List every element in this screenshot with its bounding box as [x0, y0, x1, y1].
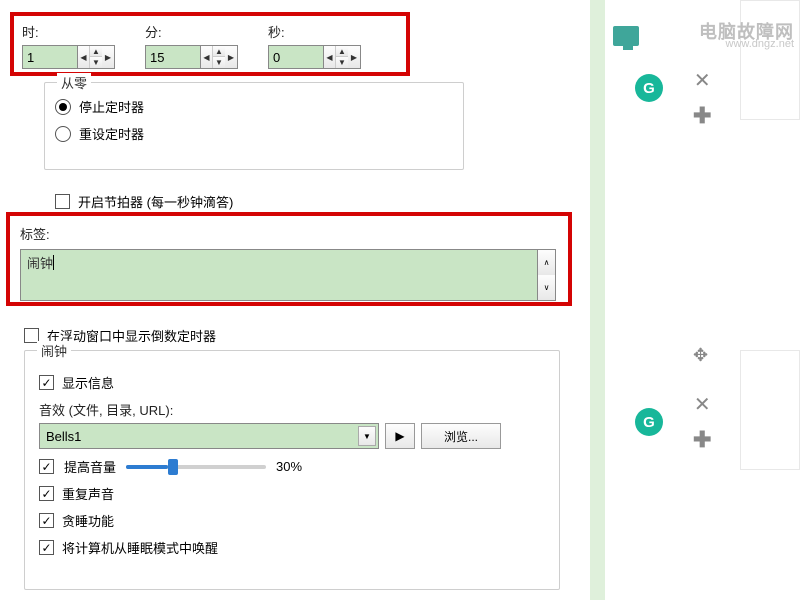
hour-label: 时:	[22, 22, 115, 41]
reset-timer-radio[interactable]	[55, 126, 71, 142]
show-info-label: 显示信息	[62, 373, 114, 392]
second-input[interactable]	[268, 45, 324, 69]
time-section-highlight: 时: ◀ ▲ ▼ ▶ 分:	[10, 12, 410, 76]
hour-up-button[interactable]: ▲	[90, 46, 102, 57]
second-label: 秒:	[268, 22, 361, 41]
divider-strip	[590, 0, 605, 600]
sound-select[interactable]: Bells1 ▼	[39, 423, 379, 449]
hour-input[interactable]	[22, 45, 78, 69]
sound-value: Bells1	[46, 429, 81, 444]
metronome-label: 开启节拍器 (每一秒钟滴答)	[78, 192, 233, 211]
second-right-button[interactable]: ▶	[348, 46, 360, 68]
stop-timer-label: 停止定时器	[79, 97, 144, 116]
repeat-sound-label: 重复声音	[62, 484, 114, 503]
side-card-2	[740, 350, 800, 470]
repeat-sound-checkbox[interactable]: ✓	[39, 486, 54, 501]
metronome-checkbox[interactable]	[55, 194, 70, 209]
hour-down-button[interactable]: ▼	[90, 57, 102, 68]
second-down-button[interactable]: ▼	[336, 57, 348, 68]
second-left-button[interactable]: ◀	[324, 46, 336, 68]
alarm-group: 闹钟 ✓ 显示信息 音效 (文件, 目录, URL): Bells1 ▼ ▶ 浏…	[24, 350, 560, 590]
fromzero-group: 从零 停止定时器 重设定时器	[44, 82, 464, 170]
play-sound-button[interactable]: ▶	[385, 423, 415, 449]
browse-button[interactable]: 浏览...	[421, 423, 501, 449]
minute-right-button[interactable]: ▶	[225, 46, 237, 68]
settings-panel: 时: ◀ ▲ ▼ ▶ 分:	[0, 0, 590, 600]
hour-left-button[interactable]: ◀	[78, 46, 90, 68]
minute-down-button[interactable]: ▼	[213, 57, 225, 68]
close-icon[interactable]: ✕	[694, 68, 711, 93]
scroll-up-icon[interactable]: ∧	[538, 250, 555, 275]
wake-checkbox[interactable]: ✓	[39, 540, 54, 555]
minute-label: 分:	[145, 22, 238, 41]
plus-icon[interactable]: ✚	[693, 103, 711, 129]
floating-window-label: 在浮动窗口中显示倒数定时器	[47, 326, 216, 345]
tag-textarea[interactable]: 闹钟	[20, 249, 538, 301]
reset-timer-label: 重设定时器	[79, 124, 144, 143]
label-section-highlight: 标签: 闹钟 ∧ ∨	[6, 212, 572, 306]
monitor-icon	[613, 26, 639, 46]
second-up-button[interactable]: ▲	[336, 46, 348, 57]
tag-scrollbar[interactable]: ∧ ∨	[538, 249, 556, 301]
right-panel: 电脑故障网 www.dngz.net G ✕ ✚ ✥ G ✕ ✚	[605, 0, 800, 600]
grammarly-badge-icon-2[interactable]: G	[635, 408, 663, 436]
watermark-url: www.dngz.net	[726, 38, 794, 50]
alarm-group-label: 闹钟	[37, 341, 71, 360]
minute-left-button[interactable]: ◀	[201, 46, 213, 68]
volume-slider[interactable]	[126, 465, 266, 469]
close-icon-2[interactable]: ✕	[694, 392, 711, 417]
snooze-label: 贪睡功能	[62, 511, 114, 530]
raise-volume-label: 提高音量	[64, 457, 116, 476]
fromzero-group-label: 从零	[57, 73, 91, 92]
move-icon[interactable]: ✥	[693, 345, 708, 366]
volume-percent: 30%	[276, 459, 302, 474]
sound-label: 音效 (文件, 目录, URL):	[39, 400, 545, 419]
show-info-checkbox[interactable]: ✓	[39, 375, 54, 390]
hour-right-button[interactable]: ▶	[102, 46, 114, 68]
stop-timer-radio[interactable]	[55, 99, 71, 115]
raise-volume-checkbox[interactable]: ✓	[39, 459, 54, 474]
chevron-down-icon: ▼	[358, 426, 376, 446]
scroll-down-icon[interactable]: ∨	[538, 275, 555, 300]
wake-label: 将计算机从睡眠模式中唤醒	[62, 538, 218, 557]
snooze-checkbox[interactable]: ✓	[39, 513, 54, 528]
minute-up-button[interactable]: ▲	[213, 46, 225, 57]
tag-value: 闹钟	[27, 256, 54, 271]
plus-icon-2[interactable]: ✚	[693, 427, 711, 453]
tag-label: 标签:	[20, 224, 558, 243]
minute-input[interactable]	[145, 45, 201, 69]
grammarly-badge-icon[interactable]: G	[635, 74, 663, 102]
slider-thumb[interactable]	[168, 459, 178, 475]
